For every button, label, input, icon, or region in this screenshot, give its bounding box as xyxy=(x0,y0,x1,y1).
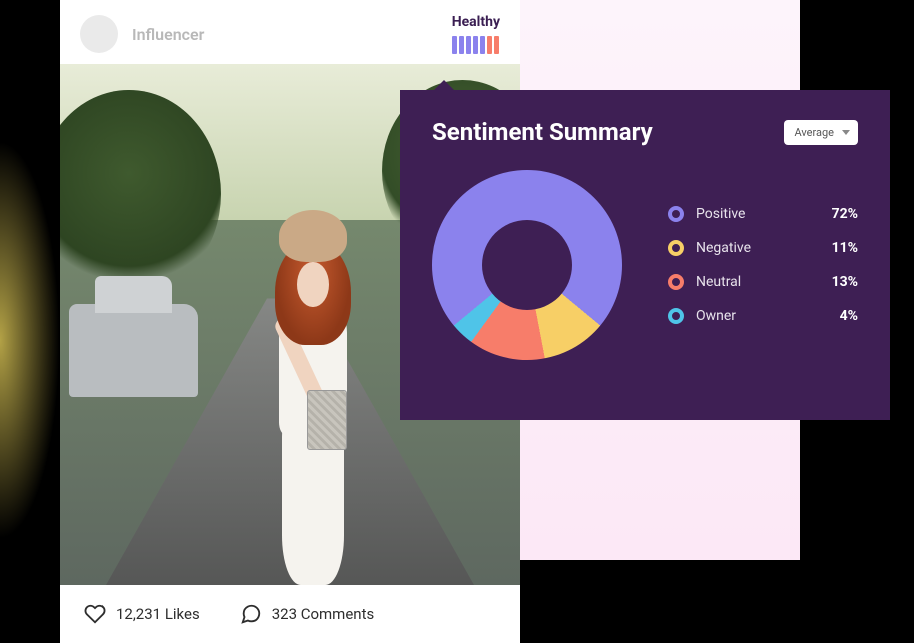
legend-dot-icon xyxy=(668,308,684,324)
avatar xyxy=(80,15,118,53)
background-glow xyxy=(0,140,60,540)
dropdown-value: Average xyxy=(794,126,834,139)
legend-dot-icon xyxy=(668,240,684,256)
legend-value: 72% xyxy=(832,206,858,222)
legend-value: 4% xyxy=(840,308,858,324)
comments-text: 323 Comments xyxy=(272,605,375,623)
sentiment-donut-chart xyxy=(432,170,622,360)
legend-row[interactable]: Negative 11% xyxy=(668,240,858,256)
post-author[interactable]: Influencer xyxy=(80,15,204,53)
legend-row[interactable]: Owner 4% xyxy=(668,308,858,324)
legend-label: Positive xyxy=(696,206,820,222)
sentiment-legend: Positive 72% Negative 11% Neutral 13% Owner 4% xyxy=(668,206,858,324)
sentiment-title: Sentiment Summary xyxy=(432,118,653,146)
post-footer: 12,231 Likes 323 Comments xyxy=(60,585,520,643)
likes-button[interactable]: 12,231 Likes xyxy=(84,603,200,625)
sentiment-header: Sentiment Summary Average xyxy=(432,118,858,146)
legend-row[interactable]: Positive 72% xyxy=(668,206,858,222)
health-badge[interactable]: Healthy xyxy=(452,14,500,54)
legend-dot-icon xyxy=(668,274,684,290)
heart-icon xyxy=(84,603,106,625)
legend-label: Negative xyxy=(696,240,820,256)
legend-value: 13% xyxy=(832,274,858,290)
legend-label: Neutral xyxy=(696,274,820,290)
sentiment-dropdown[interactable]: Average xyxy=(784,120,858,145)
health-label: Healthy xyxy=(452,14,500,30)
username: Influencer xyxy=(132,25,204,44)
legend-label: Owner xyxy=(696,308,828,324)
comments-button[interactable]: 323 Comments xyxy=(240,603,375,625)
legend-row[interactable]: Neutral 13% xyxy=(668,274,858,290)
sentiment-panel: Sentiment Summary Average Positive 72% Neg… xyxy=(400,90,890,420)
likes-text: 12,231 Likes xyxy=(116,605,200,623)
post-header: Influencer Healthy xyxy=(60,0,520,64)
legend-value: 11% xyxy=(832,240,858,256)
health-bars xyxy=(452,36,499,54)
comment-icon xyxy=(240,603,262,625)
legend-dot-icon xyxy=(668,206,684,222)
